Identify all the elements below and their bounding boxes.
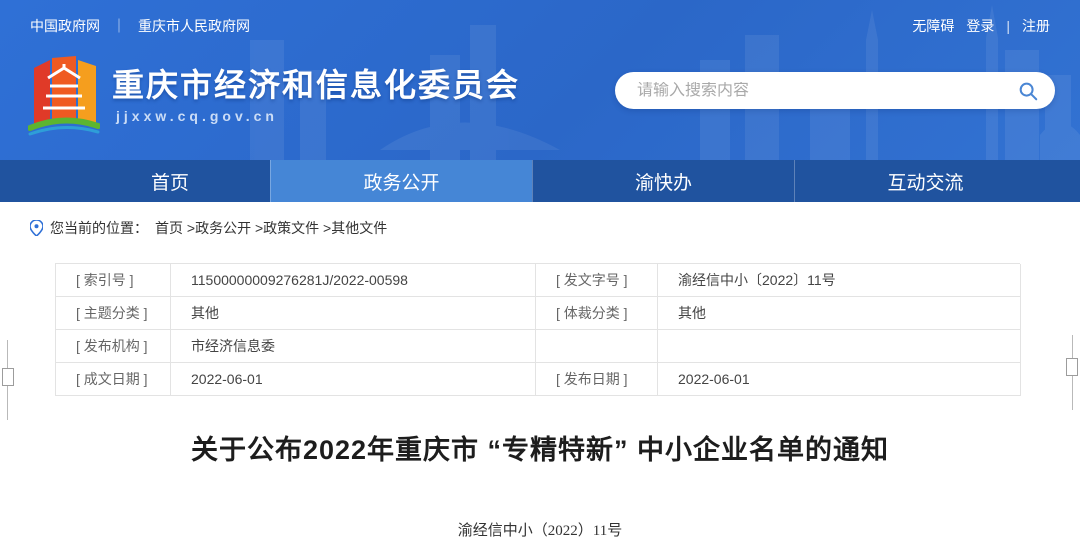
nav-item-zhengwu-gongkai[interactable]: 政务公开	[270, 160, 532, 202]
top-links-left: 中国政府网 ｜ 重庆市人民政府网	[30, 16, 250, 36]
location-pin-icon	[30, 220, 43, 236]
search-box	[615, 72, 1055, 109]
link-register[interactable]: 注册	[1022, 16, 1050, 36]
site-title: 重庆市经济和信息化委员会	[112, 60, 520, 106]
meta-value-genre-class: 其他	[658, 297, 1021, 330]
meta-label-index-no: [ 索引号 ]	[56, 264, 171, 297]
nav-item-yukuaiban[interactable]: 渝快办	[532, 160, 794, 202]
meta-label-issuing-org: [ 发布机构 ]	[56, 330, 171, 363]
meta-value-issuing-org: 市经济信息委	[171, 330, 536, 363]
link-accessibility[interactable]: 无障碍	[912, 16, 954, 36]
search-icon[interactable]	[1017, 80, 1039, 102]
meta-label-topic-class: [ 主题分类 ]	[56, 297, 171, 330]
link-login[interactable]: 登录	[966, 16, 994, 36]
search-input[interactable]	[637, 82, 1017, 100]
site-url: jjxxw.cq.gov.cn	[116, 108, 278, 124]
meta-label-empty	[536, 330, 658, 363]
agency-emblem-logo	[28, 56, 100, 140]
top-links-right: 无障碍 登录 | 注册	[912, 16, 1050, 36]
meta-value-doc-symbol: 渝经信中小〔2022〕11号	[658, 264, 1021, 297]
meta-label-written-date: [ 成文日期 ]	[56, 363, 171, 396]
login-register-separator: |	[1006, 18, 1010, 34]
nav-item-hudong-jiaoliu[interactable]: 互动交流	[794, 160, 1056, 202]
link-china-gov[interactable]: 中国政府网	[30, 16, 100, 36]
meta-value-index-no: 11500000009276281J/2022-00598	[171, 264, 536, 297]
meta-label-doc-symbol: [ 发文字号 ]	[536, 264, 658, 297]
left-edge-handle[interactable]	[2, 368, 14, 386]
nav-item-home[interactable]: 首页	[70, 160, 270, 202]
content-area: 您当前的位置： 首页 >政务公开 >政策文件 >其他文件 [ 索引号 ] 115…	[0, 218, 1080, 540]
document-title: 关于公布2022年重庆市 “专精特新” 中小企业名单的通知	[0, 428, 1080, 467]
top-links-separator: ｜	[112, 16, 126, 36]
page: 中国政府网 ｜ 重庆市人民政府网 无障碍 登录 | 注册	[0, 0, 1080, 552]
top-links-bar: 中国政府网 ｜ 重庆市人民政府网 无障碍 登录 | 注册	[30, 16, 1050, 36]
document-meta-table: [ 索引号 ] 11500000009276281J/2022-00598 [ …	[55, 263, 1020, 396]
main-nav: 首页 政务公开 渝快办 互动交流	[0, 160, 1080, 202]
meta-value-publish-date: 2022-06-01	[658, 363, 1021, 396]
right-edge-handle[interactable]	[1066, 358, 1078, 376]
breadcrumb: 您当前的位置： 首页 >政务公开 >政策文件 >其他文件	[30, 218, 1080, 238]
breadcrumb-prefix: 您当前的位置：	[50, 218, 148, 238]
meta-label-publish-date: [ 发布日期 ]	[536, 363, 658, 396]
breadcrumb-path[interactable]: 首页 >政务公开 >政策文件 >其他文件	[155, 218, 387, 238]
document-number: 渝经信中小（2022）11号	[0, 519, 1080, 540]
meta-value-empty	[658, 330, 1021, 363]
meta-value-written-date: 2022-06-01	[171, 363, 536, 396]
link-cq-gov[interactable]: 重庆市人民政府网	[138, 16, 250, 36]
meta-label-genre-class: [ 体裁分类 ]	[536, 297, 658, 330]
site-banner: 中国政府网 ｜ 重庆市人民政府网 无障碍 登录 | 注册	[0, 0, 1080, 160]
logo-row: 重庆市经济和信息化委员会 jjxxw.cq.gov.cn	[0, 50, 1080, 150]
meta-value-topic-class: 其他	[171, 297, 536, 330]
